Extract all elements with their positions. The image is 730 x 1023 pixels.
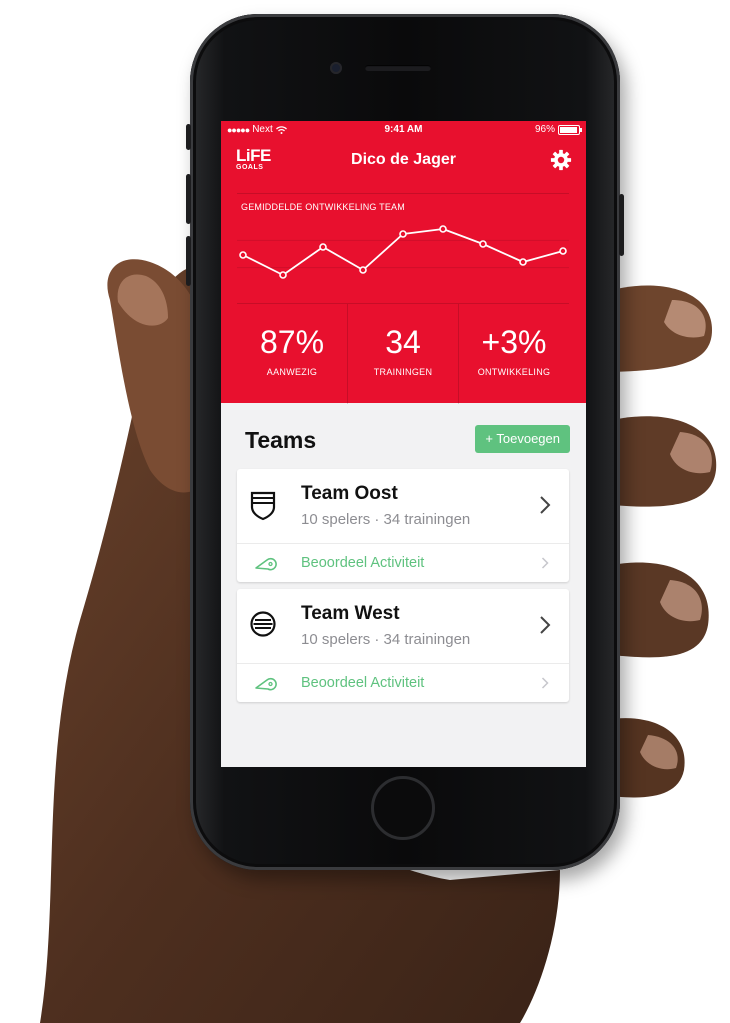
rate-activity-label: Beoordeel Activiteit <box>301 555 425 571</box>
team-name: Team West <box>301 603 400 624</box>
battery-icon <box>558 124 582 135</box>
rate-activity-row[interactable]: Beoordeel Activiteit <box>237 544 569 582</box>
home-button[interactable] <box>371 776 435 840</box>
status-bar: ●●●●● Next 9:41 AM 96% <box>227 124 582 138</box>
front-camera <box>330 62 342 74</box>
chart-point <box>519 258 527 266</box>
chart-point <box>319 243 327 251</box>
app-screen: ●●●●● Next 9:41 AM 96% LiFE GOALS Dico d… <box>221 121 586 767</box>
page-title: Dico de Jager <box>351 151 456 168</box>
app-header: ●●●●● Next 9:41 AM 96% LiFE GOALS Dico d… <box>221 121 586 404</box>
chevron-right-icon <box>540 496 551 514</box>
battery-percent: 96% <box>534 124 555 135</box>
rate-activity-label: Beoordeel Activiteit <box>301 675 425 691</box>
volume-up-button <box>186 174 191 224</box>
stat-value: 34 <box>385 324 421 360</box>
team-card-west: Team West 10 spelers · 34 trainingen Beo… <box>237 589 569 702</box>
stat-development: +3% ONTWIKKELING <box>458 304 569 404</box>
stat-trainings: 34 TRAININGEN <box>347 304 458 404</box>
chart-point <box>239 251 247 259</box>
stat-value: 87% <box>259 324 325 360</box>
chart-point <box>559 247 567 255</box>
earpiece-speaker <box>365 65 431 71</box>
chart-point <box>399 230 407 238</box>
section-title: Teams <box>245 427 317 453</box>
stat-label: AANWEZIG <box>266 367 318 377</box>
stat-attendance: 87% AANWEZIG <box>237 304 347 404</box>
teams-header: Teams + Toevoegen <box>237 421 570 461</box>
chart-plot <box>237 225 569 279</box>
gear-icon[interactable] <box>550 149 572 171</box>
status-right: 96% <box>534 124 582 135</box>
chart-point <box>439 225 447 233</box>
team-meta: 10 spelers · 34 trainingen <box>301 511 471 528</box>
stat-label: TRAININGEN <box>373 367 433 377</box>
shield-icon <box>250 491 276 521</box>
chart-point <box>359 266 367 274</box>
stats-row: 87% AANWEZIG 34 TRAININGEN +3% ONTWIKKEL… <box>237 303 569 404</box>
stat-value: +3% <box>481 324 547 360</box>
team-name: Team Oost <box>301 483 398 504</box>
chart-title: GEMIDDELDE ONTWIKKELING TEAM <box>241 202 405 212</box>
chart-point <box>279 271 287 279</box>
team-card-oost: Team Oost 10 spelers · 34 trainingen Beo… <box>237 469 569 582</box>
team-meta: 10 spelers · 34 trainingen <box>301 631 471 648</box>
whistle-icon <box>255 557 277 571</box>
team-row[interactable]: Team Oost 10 spelers · 34 trainingen <box>237 469 569 544</box>
chart-point <box>479 240 487 248</box>
power-button <box>619 194 624 256</box>
nav-bar: LiFE GOALS Dico de Jager <box>221 143 586 177</box>
volume-down-button <box>186 236 191 286</box>
chevron-right-icon <box>541 677 549 689</box>
chevron-right-icon <box>541 557 549 569</box>
add-team-button[interactable]: + Toevoegen <box>475 425 570 453</box>
development-chart: GEMIDDELDE ONTWIKKELING TEAM <box>237 193 569 304</box>
ball-icon <box>250 611 276 637</box>
team-row[interactable]: Team West 10 spelers · 34 trainingen <box>237 589 569 664</box>
chevron-right-icon <box>540 616 551 634</box>
status-time: 9:41 AM <box>384 124 423 135</box>
whistle-icon <box>255 677 277 691</box>
rate-activity-row[interactable]: Beoordeel Activiteit <box>237 664 569 702</box>
mute-switch <box>186 124 191 150</box>
stat-label: ONTWIKKELING <box>477 367 551 377</box>
